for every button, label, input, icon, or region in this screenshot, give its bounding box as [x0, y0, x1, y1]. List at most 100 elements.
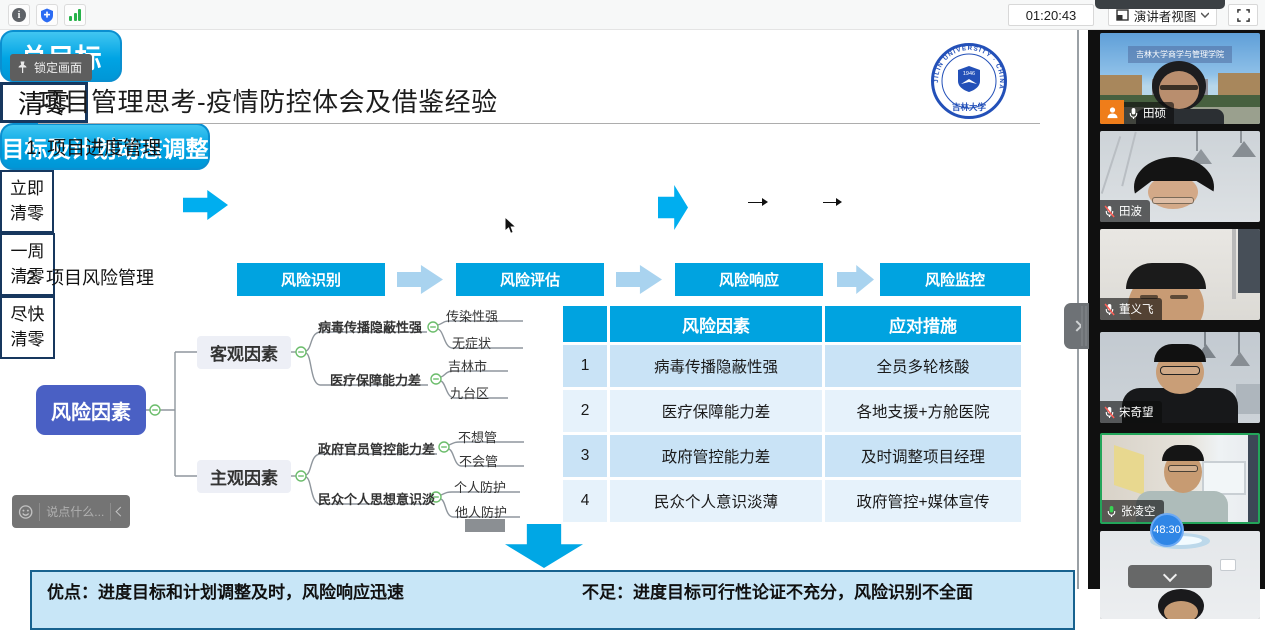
lock-view-label: 锁定画面: [34, 59, 82, 76]
flow1-arrow-icon: [183, 190, 228, 220]
table-header-row: 风险因素 应对措施: [563, 306, 1021, 342]
collapse-videos-button[interactable]: [1128, 565, 1212, 588]
flow1-step-box: 尽快 清零: [0, 296, 55, 359]
timer-value: 01:20:43: [1026, 8, 1077, 23]
summary-box: 优点：进度目标和计划调整及时，风险响应迅速 不足：进度目标可行性论证不充分，风险…: [30, 570, 1075, 630]
participant-video-sidebar: 吉林大学商学与管理学院 田硕 田波: [1088, 30, 1265, 589]
stage-arrow-icon: [616, 265, 662, 294]
mindmap-branch: 主观因素: [197, 460, 291, 493]
participant-name-label: 宋奇望: [1100, 401, 1162, 423]
mindmap-leaf: 传染性强: [446, 306, 498, 325]
fullscreen-icon: [1237, 9, 1250, 22]
lock-view-button[interactable]: 锁定画面: [10, 54, 92, 81]
glasses: [1160, 366, 1200, 375]
title-divider: [38, 123, 1040, 124]
mindmap-leaf: 不会管: [459, 451, 498, 470]
smiley-emoji-icon[interactable]: [18, 504, 33, 520]
sidebar-drag-grip[interactable]: [1081, 306, 1083, 346]
slide-title: 项目管理思考-疫情防控体会及借鉴经验: [38, 82, 498, 119]
mindmap-sub: 医疗保障能力差: [330, 370, 421, 389]
network-status-button[interactable]: [64, 4, 86, 26]
participant-name-label: 董义飞: [1100, 298, 1162, 320]
pushpin-icon: [17, 61, 28, 74]
table-header-measure: 应对措施: [825, 306, 1021, 342]
security-button[interactable]: [36, 4, 58, 26]
video-thumbnail[interactable]: 董义飞: [1100, 229, 1260, 320]
risk-stage-box: 风险评估: [456, 263, 604, 296]
video-thumbnail[interactable]: 宋奇望: [1100, 332, 1260, 423]
speaker-view-layout-icon: [1116, 9, 1129, 21]
section2-heading: 2. 项目风险管理: [26, 264, 154, 290]
participant-name-label: 田硕: [1124, 102, 1174, 124]
gray-remnant: [465, 519, 505, 532]
meeting-timer: 01:20:43: [1008, 4, 1094, 26]
mic-on-icon: [1128, 107, 1139, 120]
mindmap-leaf: 个人防护: [454, 477, 506, 496]
meeting-topbar: i 01:20:43 演讲者视图: [0, 0, 1265, 30]
participant-name-label: 田波: [1100, 200, 1150, 222]
table-header-risk: 风险因素: [610, 306, 822, 342]
mic-muted-icon: [1104, 205, 1115, 218]
glasses: [1152, 197, 1194, 204]
risk-stage-box: 风险监控: [880, 263, 1030, 296]
jilin-university-logo: JILIN UNIVERSITY · CHINA 1946 吉林大学: [930, 42, 1008, 120]
video-thumbnail[interactable]: 吉林大学商学与管理学院 田硕: [1100, 33, 1260, 124]
summary-pros: 优点：进度目标和计划调整及时，风险响应迅速: [47, 578, 404, 603]
step-arrow-icon: [748, 202, 766, 203]
chevron-down-icon: [1201, 12, 1209, 18]
video-thumbnail[interactable]: 田波: [1100, 131, 1260, 222]
avatar-badge: [1100, 100, 1124, 124]
table-row: 2 医疗保障能力差 各地支援+方舱医院: [563, 390, 1021, 432]
step-arrow-icon: [823, 202, 840, 203]
mic-muted-icon: [1104, 406, 1115, 419]
risk-stage-box: 风险识别: [237, 263, 385, 296]
sidebar-drag-grip[interactable]: [1085, 306, 1087, 346]
person-icon: [1105, 105, 1120, 120]
table-row: 1 病毒传播隐蔽性强 全员多轮核酸: [563, 345, 1021, 387]
glasses: [1168, 465, 1198, 472]
risk-stage-box: 风险响应: [675, 263, 823, 296]
video-thumbnail-active-speaker[interactable]: 张凌空: [1100, 433, 1260, 524]
mic-speaking-icon: [1106, 505, 1117, 518]
mindmap-leaf: 无症状: [452, 333, 491, 352]
down-block-arrow-icon: [505, 524, 583, 568]
flow1-step-box: 立即 清零: [0, 170, 54, 233]
meeting-app: { "topbar": { "timer": "01:20:43", "view…: [0, 0, 1265, 589]
meeting-info-button[interactable]: i: [8, 4, 30, 26]
shared-screen-slide: 锁定画面 项目管理思考-疫情防控体会及借鉴经验 JILIN UNIVERSITY…: [0, 30, 1078, 589]
mouse-cursor: [504, 216, 518, 236]
mindmap-root: 风险因素: [36, 385, 146, 435]
mindmap-sub: 民众个人思想意识淡: [318, 489, 435, 508]
signal-bars-icon: [69, 9, 81, 21]
stage-arrow-icon: [837, 265, 874, 294]
section1-heading: 1. 项目进度管理: [26, 133, 161, 160]
divider: [110, 503, 111, 521]
stage-arrow-icon: [397, 265, 443, 294]
chevron-left-icon[interactable]: [116, 507, 126, 517]
mindmap-branch: 客观因素: [197, 336, 291, 369]
mindmap-leaf: 吉林市: [448, 356, 487, 375]
chat-input-placeholder[interactable]: 说点什么...: [46, 503, 104, 520]
table-row: 4 民众个人意识淡薄 政府管控+媒体宣传: [563, 480, 1021, 522]
table-row: 3 政府管控能力差 及时调整项目经理: [563, 435, 1021, 477]
risk-table: 风险因素 应对措施 1 病毒传播隐蔽性强 全员多轮核酸 2 医疗保障能力差 各地…: [560, 303, 1024, 525]
fullscreen-button[interactable]: [1228, 4, 1258, 26]
logo-year: 1946: [963, 71, 975, 77]
info-icon: i: [12, 8, 26, 22]
logo-name: 吉林大学: [952, 102, 987, 112]
mindmap-leaf: 不想管: [458, 427, 497, 446]
mindmap-sub: 政府官员管控能力差: [318, 439, 435, 458]
divider: [39, 503, 40, 521]
mindmap-sub: 病毒传播隐蔽性强: [318, 317, 422, 336]
flow1-big-arrow-icon: [658, 185, 688, 230]
collapse-minus-icons: [150, 322, 449, 502]
chevron-down-icon: [1163, 567, 1177, 581]
chat-quick-bar: 说点什么...: [12, 495, 130, 528]
shield-plus-icon: [40, 8, 54, 23]
mic-muted-icon: [1104, 303, 1115, 316]
mindmap-leaf: 九台区: [450, 383, 489, 402]
summary-cons: 不足：进度目标可行性论证不充分，风险识别不全面: [582, 578, 973, 603]
floating-toolbar-remnant: [1095, 0, 1225, 9]
table-header-index: [563, 306, 607, 342]
speaking-duration-badge: 48:30: [1150, 513, 1184, 547]
